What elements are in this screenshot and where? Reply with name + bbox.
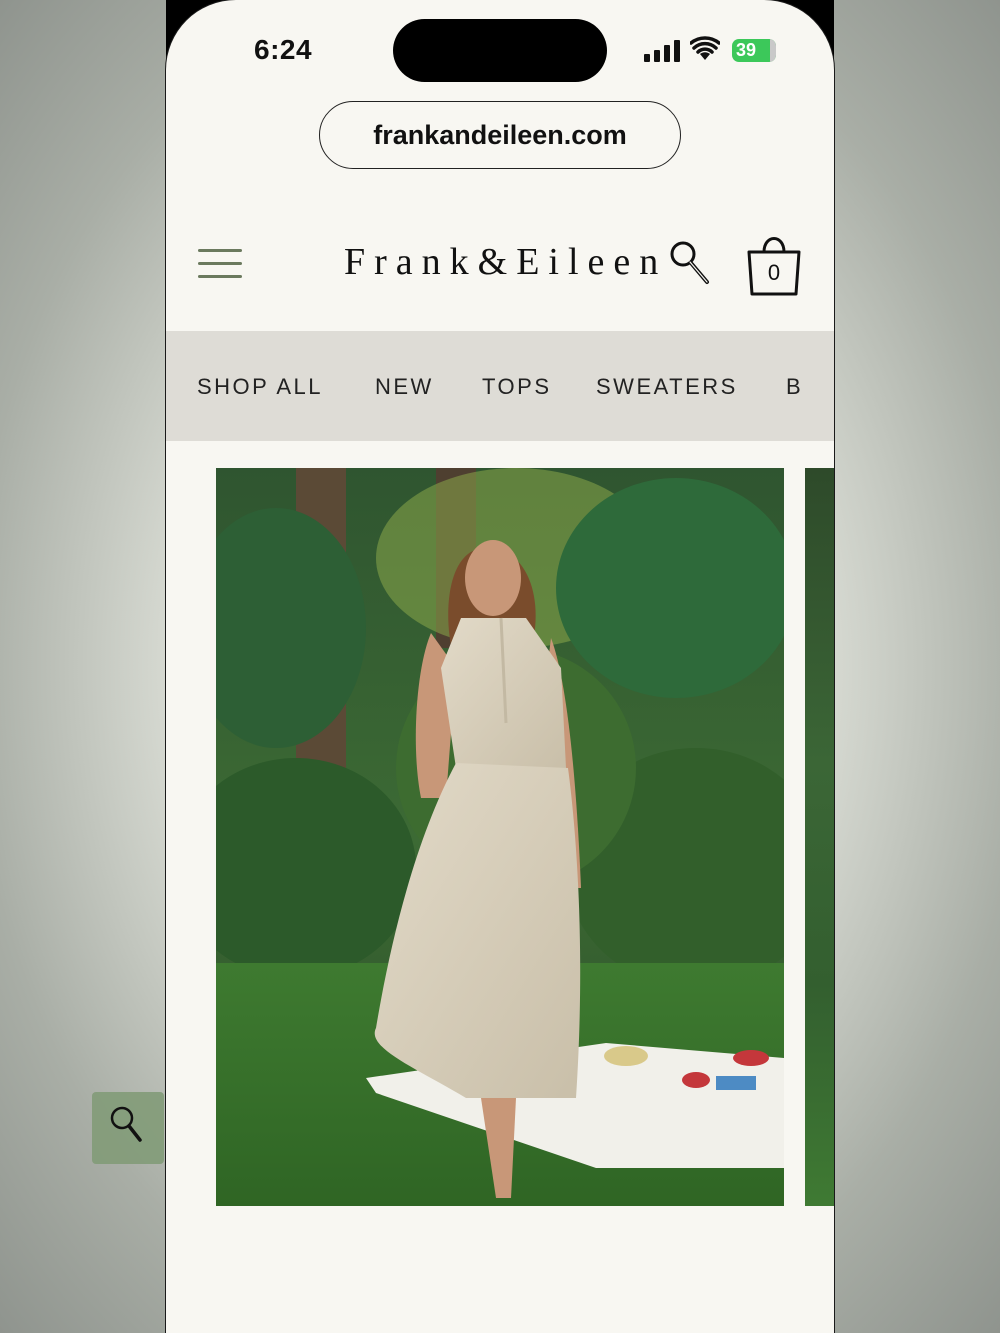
battery-level: 39 xyxy=(736,40,757,60)
cellular-signal-icon xyxy=(644,40,680,62)
nav-item-sweaters[interactable]: SWEATERS xyxy=(596,374,738,400)
dynamic-island xyxy=(393,19,607,82)
magnifier-icon xyxy=(110,1106,142,1142)
site-logo[interactable]: Frank&Eileen xyxy=(344,240,667,284)
hamburger-icon[interactable] xyxy=(198,249,242,279)
battery-indicator: 39 xyxy=(732,39,776,62)
hero-product-image[interactable] xyxy=(216,468,784,1206)
bag-count: 0 xyxy=(767,260,781,285)
wifi-icon xyxy=(690,36,720,60)
status-time: 6:24 xyxy=(254,34,313,65)
nav-item-partial[interactable]: B xyxy=(786,374,803,400)
nav-item-new[interactable]: NEW xyxy=(375,374,434,400)
nav-item-shop-all[interactable]: SHOP ALL xyxy=(197,374,323,400)
shopping-bag-icon[interactable]: 0 xyxy=(744,228,804,298)
hero-photo-illustration xyxy=(216,468,784,1206)
category-nav: SHOP ALL NEW TOPS SWEATERS B xyxy=(166,331,834,441)
url-bar[interactable]: frankandeileen.com xyxy=(319,101,681,169)
nav-item-tops[interactable]: TOPS xyxy=(482,374,552,400)
next-product-image-peek[interactable] xyxy=(805,468,834,1206)
status-bar: 6:24 39 xyxy=(166,0,834,90)
site-header: Frank&Eileen 0 xyxy=(166,200,834,330)
phone-screen: 6:24 39 frankandeileen.com Frank&Eileen xyxy=(166,0,834,1333)
search-icon[interactable] xyxy=(668,240,712,286)
zoom-image-button[interactable] xyxy=(92,1092,164,1164)
